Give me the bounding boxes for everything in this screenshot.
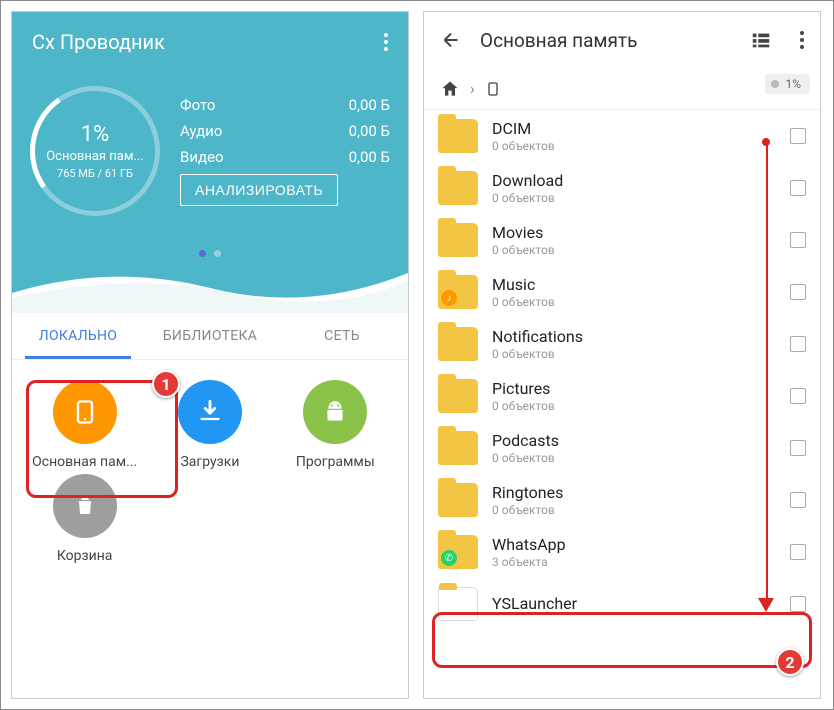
folder-icon [438,431,478,465]
folder-sub: 0 объектов [492,399,776,413]
android-icon [303,380,367,444]
badge-1: 1 [152,370,180,398]
app-bar: Cx Проводник [12,12,408,72]
folder-sub: 0 объектов [492,295,776,309]
tab-bar: ЛОКАЛЬНО БИБЛИОТЕКА СЕТЬ [12,312,408,360]
folder-name: Ringtones [492,483,776,502]
checkbox[interactable] [790,440,806,456]
media-stats: Фото 0,00 Б Аудио 0,00 Б Видео 0,00 Б АНАЛИ… [180,86,390,216]
folder-name: WhatsApp [492,535,776,554]
view-list-icon[interactable] [750,29,772,51]
checkbox[interactable] [790,180,806,196]
folder-icon [438,171,478,205]
analyze-button[interactable]: АНАЛИЗИРОВАТЬ [180,174,338,206]
tab-network[interactable]: СЕТЬ [276,312,408,359]
folder-sub: 0 объектов [492,347,776,361]
folder-icon: ✆ [438,535,478,569]
phone-right: Основная память .rtop .dots::before,.rto… [423,11,821,699]
menu-icon[interactable]: .rtop .dots::before,.rtop .dots::after{b… [800,38,804,42]
stat-label: Видео [180,148,224,166]
phone-icon [53,380,117,444]
folder-name: Download [492,171,776,190]
checkbox[interactable] [790,284,806,300]
folder-name: DCIM [492,119,776,138]
menu-icon[interactable] [384,40,388,44]
folder-sub: 0 объектов [492,139,776,153]
local-item-label: Корзина [57,548,113,564]
local-grid: Основная пам... Загрузки Программы Корзи… [12,360,408,584]
tab-local[interactable]: ЛОКАЛЬНО [12,312,144,359]
folder-icon: ♪ [438,275,478,309]
breadcrumb: › 1% [424,68,820,110]
checkbox[interactable] [790,492,806,508]
folder-sub: 0 объектов [492,243,776,257]
back-icon[interactable] [440,29,462,51]
storage-gauge[interactable]: 1% Основная пам... 765 МБ / 61 ГБ [30,86,160,216]
local-item-label: Загрузки [180,454,239,470]
folder-row[interactable]: Notifications0 объектов [424,318,820,370]
folder-row[interactable]: ♪ Music0 объектов [424,266,820,318]
checkbox[interactable] [790,388,806,404]
checkbox[interactable] [790,232,806,248]
screen-title: Основная память [480,29,732,52]
chevron-icon: › [470,79,475,98]
usage-pill: 1% [765,74,810,94]
tab-library[interactable]: БИБЛИОТЕКА [144,312,276,359]
app-title: Cx Проводник [32,30,165,54]
checkbox[interactable] [790,596,806,612]
folder-icon [438,587,478,621]
checkbox[interactable] [790,336,806,352]
home-icon[interactable] [440,79,460,99]
folder-name: Movies [492,223,776,242]
folder-name: YSLauncher [492,594,776,613]
folder-row[interactable]: Download0 объектов [424,162,820,214]
phone-left: Cx Проводник 1% Основная пам... 765 МБ /… [11,11,409,699]
stat-value: 0,00 Б [349,148,390,166]
folder-row[interactable]: DCIM0 объектов [424,110,820,162]
local-item-label: Основная пам... [32,454,137,470]
folder-name: Music [492,275,776,294]
folder-row[interactable]: YSLauncher [424,578,820,630]
storage-hero: 1% Основная пам... 765 МБ / 61 ГБ Фото 0,… [12,72,408,312]
folder-row[interactable]: Ringtones0 объектов [424,474,820,526]
folder-sub: 0 объектов [492,191,776,205]
folder-icon [438,119,478,153]
folder-name: Podcasts [492,431,776,450]
download-icon [178,380,242,444]
folder-row[interactable]: Movies0 объектов [424,214,820,266]
folder-name: Pictures [492,379,776,398]
folder-sub: 0 объектов [492,503,776,517]
folder-icon [438,483,478,517]
folder-row[interactable]: Pictures0 объектов [424,370,820,422]
local-item-storage[interactable]: Основная пам... [22,380,147,470]
gauge-size: 765 МБ / 61 ГБ [57,167,133,180]
local-item-programs[interactable]: Программы [273,380,398,470]
folder-icon [438,223,478,257]
folder-row-whatsapp[interactable]: ✆ WhatsApp3 объекта [424,526,820,578]
folder-sub: 3 объекта [492,555,776,569]
checkbox[interactable] [790,128,806,144]
badge-2: 2 [776,648,804,676]
stat-value: 0,00 Б [349,122,390,140]
trash-icon [53,474,117,538]
folder-name: Notifications [492,327,776,346]
folder-list[interactable]: DCIM0 объектов Download0 объектов Movies… [424,110,820,630]
local-item-label: Программы [296,454,375,470]
device-icon[interactable] [485,79,501,99]
local-item-trash[interactable]: Корзина [22,474,147,564]
folder-sub: 0 объектов [492,451,776,465]
folder-icon [438,327,478,361]
stat-label: Аудио [180,122,222,140]
folder-row[interactable]: Podcasts0 объектов [424,422,820,474]
folder-icon [438,379,478,413]
stat-label: Фото [180,96,215,114]
checkbox[interactable] [790,544,806,560]
app-bar-right: Основная память .rtop .dots::before,.rto… [424,12,820,68]
stat-value: 0,00 Б [349,96,390,114]
page-indicator [199,250,221,257]
